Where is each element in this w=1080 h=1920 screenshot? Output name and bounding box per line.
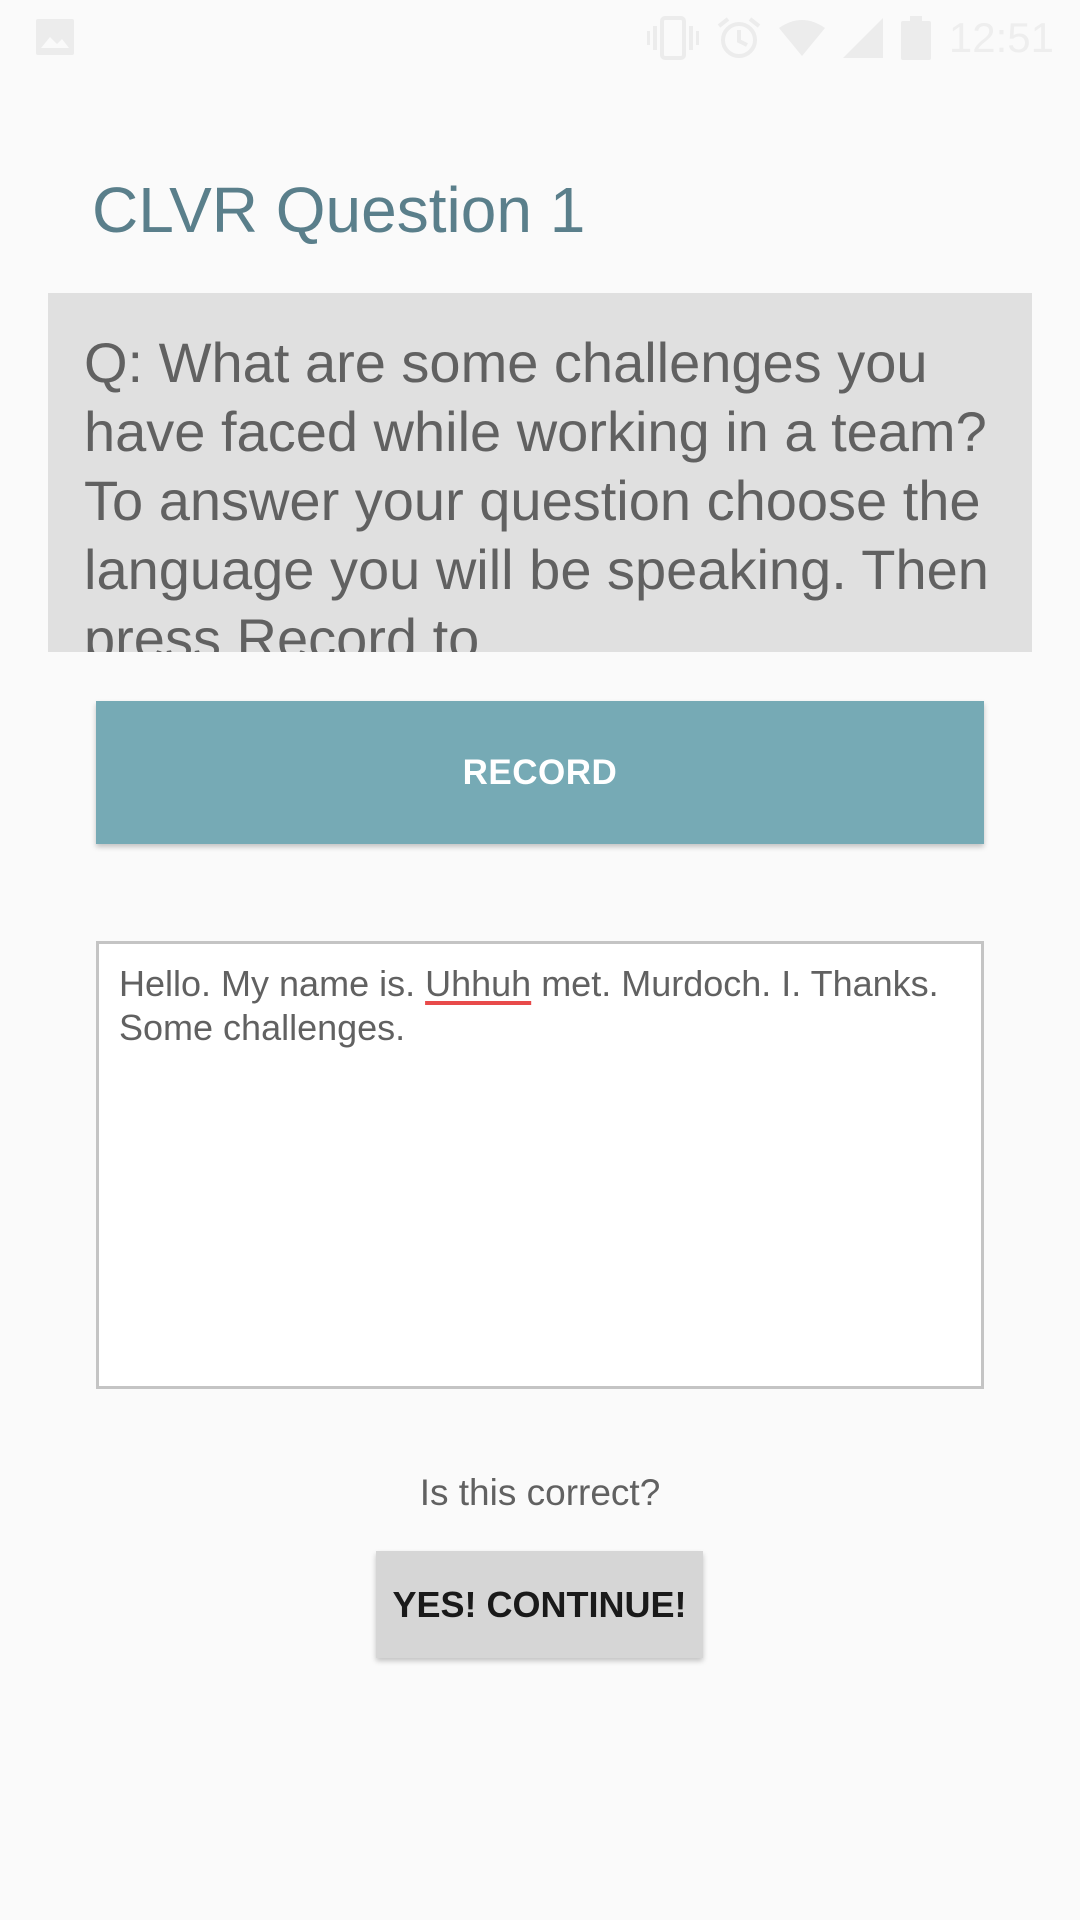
confirm-prompt: Is this correct? [419,1472,661,1513]
alarm-icon [717,17,761,58]
transcript-text-start: Hello. My name is. [119,963,426,1004]
page-title: CLVR Question 1 [92,174,586,246]
transcript-text: Hello. My name is. Uhhuh met. Murdoch. I… [119,962,959,1050]
screen: 12:51 CLVR Question 1 Q: What are some c… [0,0,1080,1920]
question-text: Q: What are some challenges you have fac… [84,331,989,652]
status-bar: 12:51 [0,0,1080,75]
record-button-label: RECORD [462,752,618,792]
continue-button[interactable]: YES! CONTINUE! [376,1551,703,1658]
signal-icon [842,18,883,58]
continue-button-label: YES! CONTINUE! [392,1583,687,1625]
status-time: 12:51 [948,14,1054,61]
vibrate-icon [646,16,699,60]
status-icons: 12:51 [646,14,1054,62]
record-button[interactable]: RECORD [96,701,984,844]
transcript-field[interactable]: Hello. My name is. Uhhuh met. Murdoch. I… [96,941,984,1389]
wifi-icon [778,20,825,56]
question-panel[interactable]: Q: What are some challenges you have fac… [48,293,1032,652]
image-notification-icon [36,19,74,55]
misspelled-word[interactable]: Uhhuh [425,963,531,1004]
battery-icon [900,16,931,60]
